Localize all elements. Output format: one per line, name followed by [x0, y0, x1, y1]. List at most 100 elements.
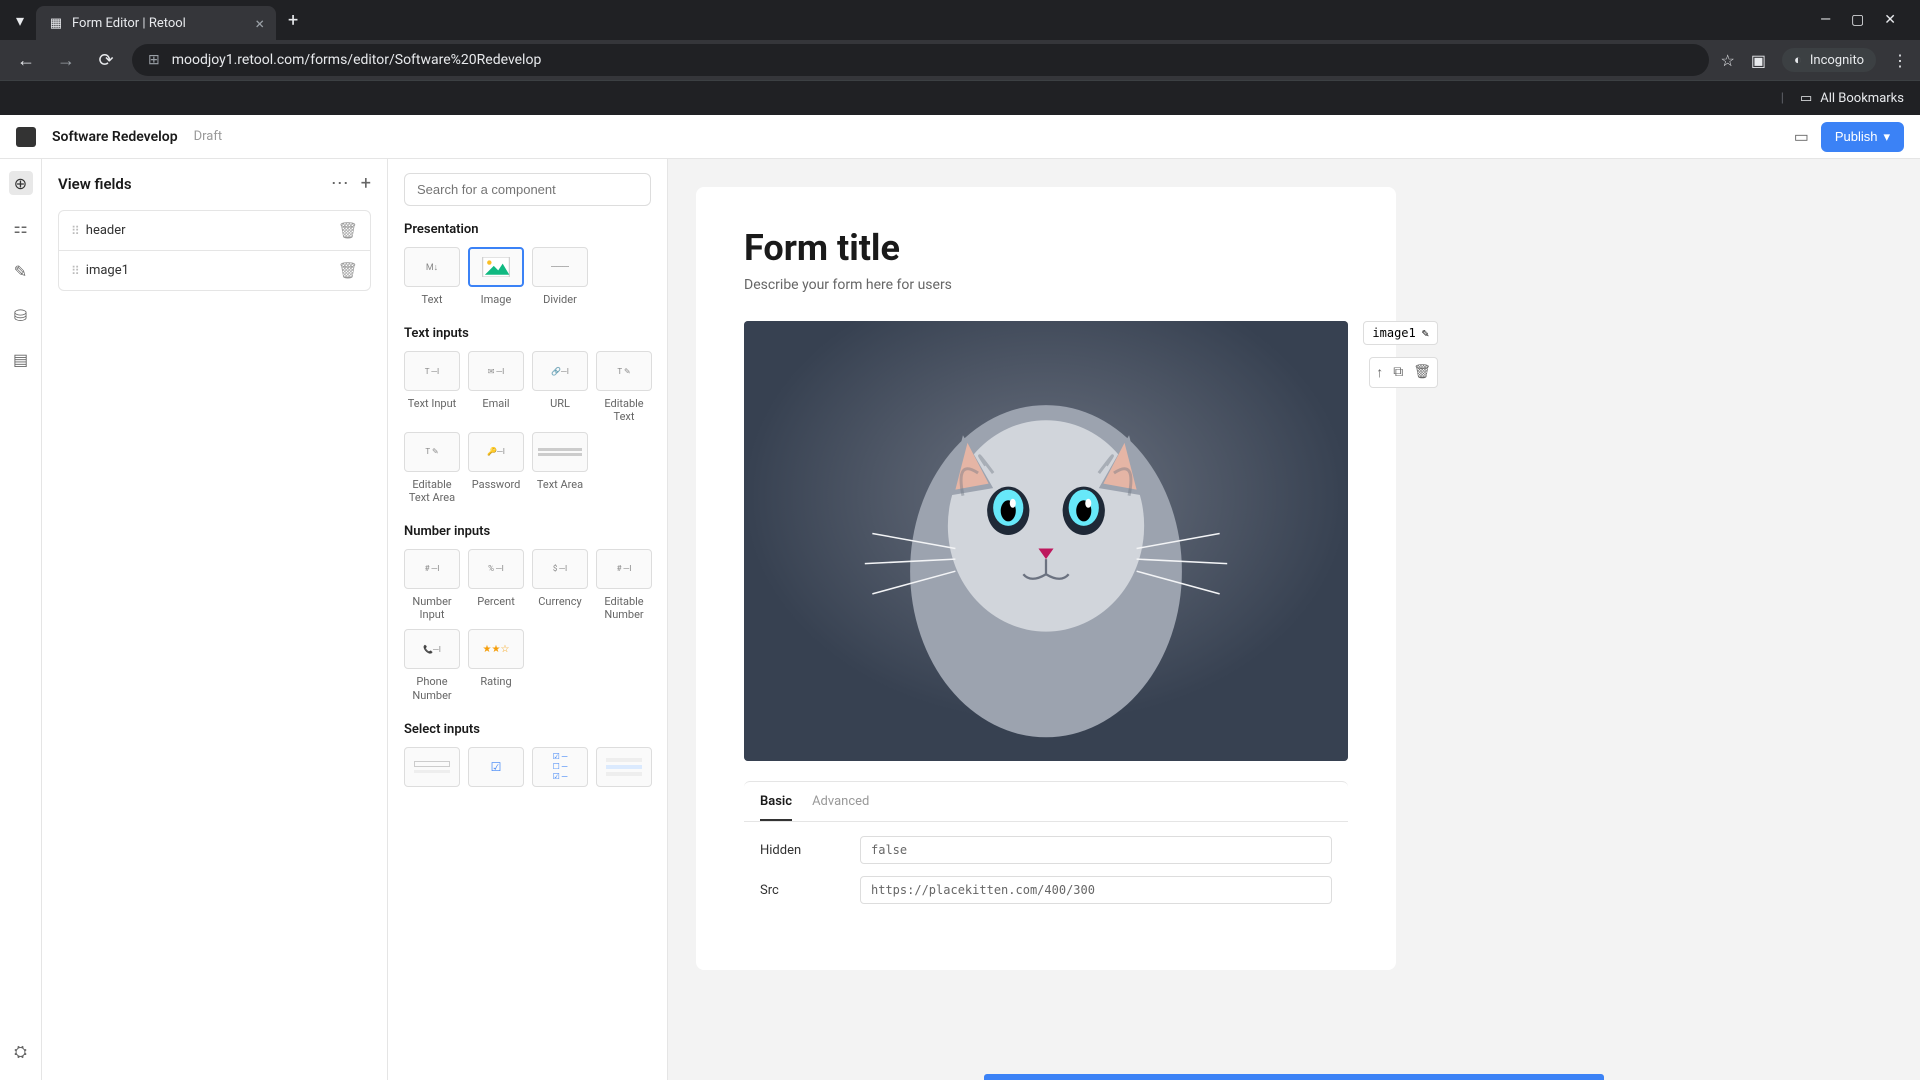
component-checkbox-group[interactable]: ☑ ─☐ ─☑ ─ — [532, 747, 588, 787]
hidden-label: Hidden — [760, 843, 860, 858]
form-canvas[interactable]: Form title Describe your form here for u… — [668, 159, 1920, 1080]
left-rail: ⊕ ⚏ ✎ ⛁ ▤ ⛭ — [0, 159, 42, 1080]
image-component-icon — [468, 247, 524, 287]
reload-button[interactable]: ⟳ — [92, 50, 120, 71]
all-bookmarks-link[interactable]: All Bookmarks — [1820, 91, 1904, 106]
form-description[interactable]: Describe your form here for users — [744, 277, 1348, 293]
new-tab-button[interactable]: + — [280, 10, 306, 31]
incognito-badge[interactable]: ◐ Incognito — [1782, 48, 1876, 72]
incognito-icon: ◐ — [1794, 52, 1802, 68]
rating-icon — [468, 629, 524, 669]
minimize-icon[interactable]: — — [1820, 12, 1831, 28]
listbox-icon — [596, 747, 652, 787]
component-search-input[interactable] — [404, 173, 651, 206]
site-info-icon[interactable]: ⊞ — [148, 52, 160, 68]
component-currency[interactable]: Currency — [532, 549, 588, 621]
form-title[interactable]: Form title — [744, 227, 1348, 269]
maximize-icon[interactable]: ▢ — [1851, 12, 1864, 28]
main-layout: ⊕ ⚏ ✎ ⛁ ▤ ⛭ View fields ⋯ + ⠿ header 🗑 ⠿… — [0, 159, 1920, 1080]
components-panel: Presentation Text Image Divider Text inp… — [388, 159, 668, 1080]
editable-textarea-icon — [404, 432, 460, 472]
browser-menu-icon[interactable]: ⋮ — [1892, 51, 1908, 70]
fields-menu-icon[interactable]: ⋯ — [331, 173, 349, 194]
component-text-input[interactable]: Text Input — [404, 351, 460, 423]
close-window-icon[interactable]: ✕ — [1884, 12, 1896, 28]
tab-search-dropdown[interactable]: ▾ — [8, 8, 32, 32]
checkbox-icon — [468, 747, 524, 787]
component-number-input[interactable]: Number Input — [404, 549, 460, 621]
tab-advanced[interactable]: Advanced — [812, 794, 869, 821]
component-divider[interactable]: Divider — [532, 247, 588, 306]
component-url[interactable]: URL — [532, 351, 588, 423]
component-rating[interactable]: Rating — [468, 629, 524, 701]
address-bar: ← → ⟳ ⊞ moodjoy1.retool.com/forms/editor… — [0, 40, 1920, 80]
add-field-icon[interactable]: + — [361, 173, 371, 194]
component-image[interactable]: Image — [468, 247, 524, 306]
back-button[interactable]: ← — [12, 50, 40, 71]
delete-field-icon[interactable]: 🗑 — [338, 221, 358, 240]
percent-icon — [468, 549, 524, 589]
hidden-input[interactable] — [860, 836, 1332, 864]
browser-tab[interactable]: ▦ Form Editor | Retool × — [36, 6, 276, 40]
component-text-area[interactable]: Text Area — [532, 432, 588, 504]
component-phone-number[interactable]: Phone Number — [404, 629, 460, 701]
forward-button[interactable]: → — [52, 50, 80, 71]
properties-panel: Basic Advanced Hidden Src — [744, 781, 1348, 930]
drag-handle-icon[interactable]: ⠿ — [71, 264, 78, 278]
field-item-image1[interactable]: ⠿ image1 🗑 — [59, 251, 370, 290]
selected-element-label[interactable]: image1 ✎ — [1363, 321, 1438, 345]
retool-logo[interactable] — [16, 127, 36, 147]
component-text[interactable]: Text — [404, 247, 460, 306]
component-editable-text-area[interactable]: Editable Text Area — [404, 432, 460, 504]
preview-icon[interactable]: ▭ — [1794, 127, 1809, 146]
app-header: Software Redevelop Draft ▭ Publish ▾ — [0, 115, 1920, 159]
component-editable-number[interactable]: Editable Number — [596, 549, 652, 621]
component-percent[interactable]: Percent — [468, 549, 524, 621]
section-select-inputs: Select inputs — [404, 722, 651, 737]
fields-panel-title: View fields — [58, 175, 132, 193]
text-input-icon — [404, 351, 460, 391]
component-password[interactable]: Password — [468, 432, 524, 504]
editable-number-icon — [596, 549, 652, 589]
rail-settings-icon[interactable]: ⛭ — [9, 1040, 33, 1064]
delete-field-icon[interactable]: 🗑 — [338, 261, 358, 280]
delete-element-icon[interactable]: 🗑 — [1413, 364, 1431, 381]
src-input[interactable] — [860, 876, 1332, 904]
tab-close-icon[interactable]: × — [255, 14, 264, 33]
component-listbox[interactable] — [596, 747, 652, 787]
browser-chrome: ▾ ▦ Form Editor | Retool × + — ▢ ✕ ← → ⟳… — [0, 0, 1920, 115]
chevron-down-icon: ▾ — [1883, 129, 1890, 145]
tab-bar: ▾ ▦ Form Editor | Retool × + — ▢ ✕ — [0, 0, 1920, 40]
bookmark-star-icon[interactable]: ☆ — [1721, 51, 1735, 70]
component-checkbox[interactable] — [468, 747, 524, 787]
editable-text-icon — [596, 351, 652, 391]
rail-data-icon[interactable]: ⛁ — [9, 303, 33, 327]
src-label: Src — [760, 883, 860, 898]
number-icon — [404, 549, 460, 589]
drag-handle-icon[interactable]: ⠿ — [71, 224, 78, 238]
textarea-icon — [532, 432, 588, 472]
edit-icon[interactable]: ✎ — [1422, 326, 1429, 340]
component-select[interactable] — [404, 747, 460, 787]
phone-icon — [404, 629, 460, 669]
image-block[interactable] — [744, 321, 1348, 761]
url-bar[interactable]: ⊞ moodjoy1.retool.com/forms/editor/Softw… — [132, 44, 1709, 76]
element-actions: ↑ ⧉ 🗑 — [1369, 357, 1438, 388]
tab-basic[interactable]: Basic — [760, 794, 792, 821]
rail-tree-icon[interactable]: ⚏ — [9, 215, 33, 239]
section-presentation: Presentation — [404, 222, 651, 237]
move-up-icon[interactable]: ↑ — [1376, 364, 1383, 381]
rail-pages-icon[interactable]: ▤ — [9, 347, 33, 371]
component-editable-text[interactable]: Editable Text — [596, 351, 652, 423]
publish-button[interactable]: Publish ▾ — [1821, 122, 1904, 152]
rail-add-icon[interactable]: ⊕ — [9, 171, 33, 195]
rail-theme-icon[interactable]: ✎ — [9, 259, 33, 283]
extensions-icon[interactable]: ▣ — [1751, 51, 1766, 70]
component-email[interactable]: Email — [468, 351, 524, 423]
duplicate-icon[interactable]: ⧉ — [1393, 364, 1403, 381]
password-icon — [468, 432, 524, 472]
bookmarks-folder-icon: ▭ — [1800, 91, 1812, 106]
section-number-inputs: Number inputs — [404, 524, 651, 539]
browser-right-icons: ☆ ▣ ◐ Incognito ⋮ — [1721, 48, 1908, 72]
field-item-header[interactable]: ⠿ header 🗑 — [59, 211, 370, 251]
